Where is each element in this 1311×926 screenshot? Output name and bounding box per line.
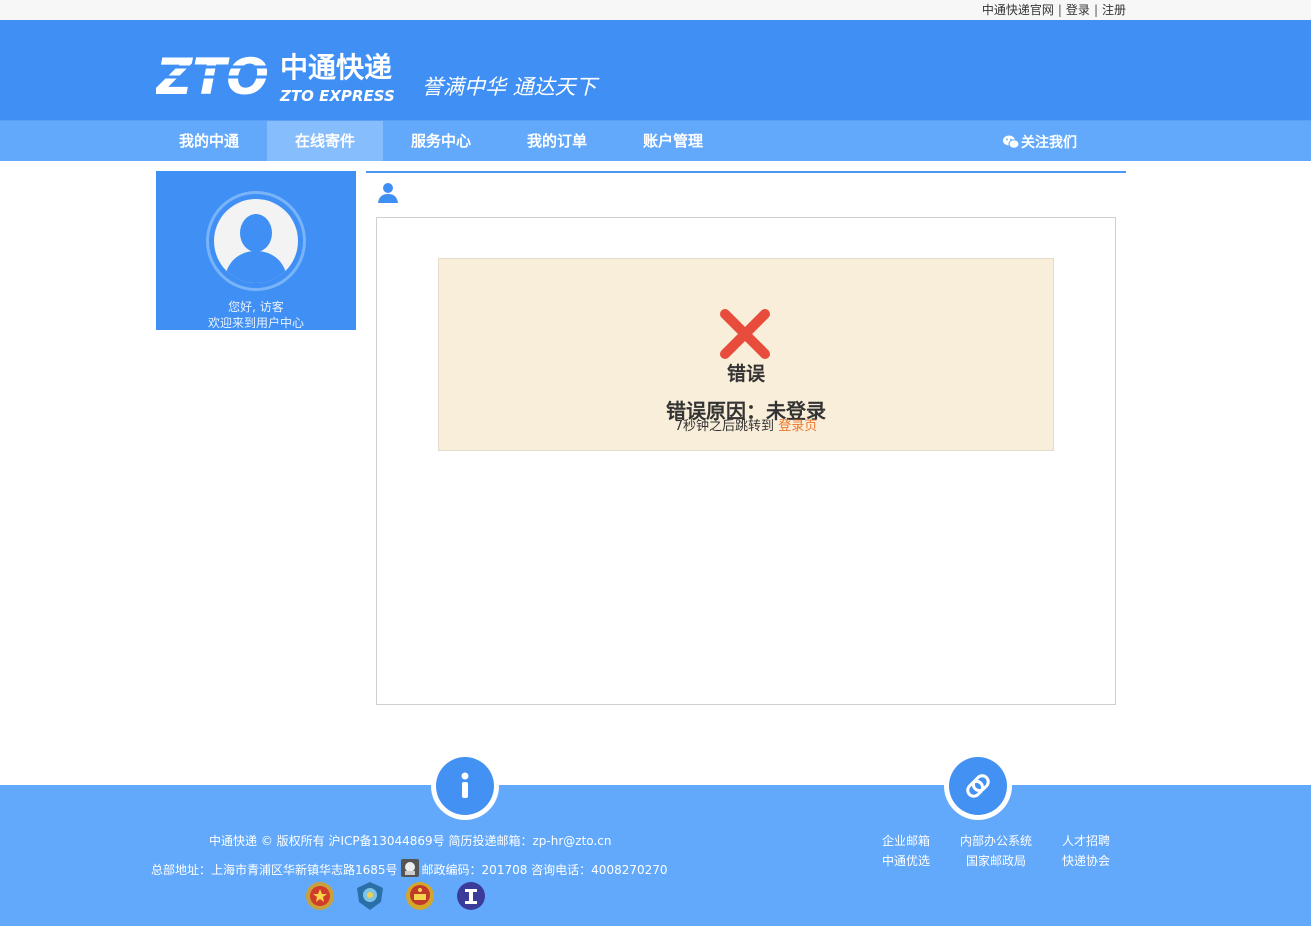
top-bar: 中通快递官网 | 登录 | 注册: [0, 0, 1311, 20]
avatar[interactable]: [206, 191, 306, 291]
postal-text: 邮政编码：201708 咨询电话：4008270270: [421, 863, 668, 877]
beian-icon[interactable]: [400, 858, 420, 878]
nav-item-service-center[interactable]: 服务中心: [383, 121, 499, 161]
footer-link-zto-select[interactable]: 中通优选: [882, 852, 930, 869]
footer-link-enterprise-mail[interactable]: 企业邮箱: [882, 832, 930, 849]
logo-en: ZTO EXPRESS: [279, 87, 395, 105]
error-box: 错误 错误原因：未登录 7秒钟之后跳转到 登录页: [438, 258, 1054, 451]
top-links: 中通快递官网 | 登录 | 注册: [982, 2, 1126, 18]
nav-item-account[interactable]: 账户管理: [615, 121, 731, 161]
link-icon: [966, 774, 990, 798]
info-icon: [461, 772, 469, 798]
footer-link-office-system[interactable]: 内部办公系统: [960, 832, 1032, 849]
login-page-link[interactable]: 登录页: [778, 419, 817, 434]
content-divider: [366, 171, 1126, 173]
error-x-icon: [720, 309, 770, 359]
address-line: 总部地址：上海市青浦区华新镇华志路1685号 邮政编码：201708 咨询电话：4…: [151, 858, 668, 878]
link-badge: [944, 752, 1012, 820]
wechat-icon: [1003, 135, 1020, 149]
slogan: 誉满中华 通达天下: [422, 75, 600, 99]
separator: |: [1057, 3, 1062, 17]
login-link[interactable]: 登录: [1066, 3, 1090, 17]
postal-association-icon[interactable]: [455, 880, 487, 912]
redirect-notice: 7秒钟之后跳转到 登录页: [439, 415, 1053, 434]
nav-item-my-orders[interactable]: 我的订单: [499, 121, 615, 161]
footer-link-careers[interactable]: 人才招聘: [1062, 832, 1110, 849]
footer: [0, 785, 1311, 926]
header: ZTO 中通快递 ZTO EXPRESS 誉满中华 通达天下: [0, 20, 1311, 120]
copyright-text: 中通快递 © 版权所有 沪ICP备13044869号 简历投递邮箱：zp-hr@…: [209, 834, 612, 848]
user-icon: [378, 183, 398, 203]
error-title: 错误: [726, 363, 765, 385]
national-emblem-icon[interactable]: [404, 880, 436, 912]
follow-us-button[interactable]: 关注我们: [1003, 121, 1077, 161]
address-text: 总部地址：上海市青浦区华新镇华志路1685号: [151, 863, 398, 877]
official-site-link[interactable]: 中通快递官网: [982, 3, 1054, 17]
welcome-text: 欢迎来到用户中心: [207, 316, 304, 330]
user-silhouette-icon: [224, 214, 288, 283]
user-sidebar: 您好, 访客 欢迎来到用户中心: [156, 171, 356, 330]
info-badge: [431, 752, 499, 820]
main-nav: 我的中通 在线寄件 服务中心 我的订单 账户管理 关注我们: [0, 120, 1311, 161]
greeting-text: 您好, 访客: [228, 300, 284, 314]
footer-link-express-association[interactable]: 快递协会: [1062, 852, 1110, 869]
logo-cn: 中通快递: [280, 51, 392, 84]
nav-item-my-zto[interactable]: 我的中通: [151, 121, 267, 161]
separator: |: [1093, 3, 1098, 17]
nav-item-online-shipping[interactable]: 在线寄件: [267, 121, 383, 161]
police-emblem-icon[interactable]: [304, 880, 336, 912]
follow-us-label: 关注我们: [1021, 135, 1077, 151]
register-link[interactable]: 注册: [1102, 3, 1126, 17]
redirect-text: 7秒钟之后跳转到: [674, 419, 779, 434]
zto-logo[interactable]: ZTO 中通快递 ZTO EXPRESS 誉满中华 通达天下: [156, 49, 616, 109]
footer-link-state-post-bureau[interactable]: 国家邮政局: [966, 852, 1026, 869]
greeting: 您好, 访客 欢迎来到用户中心: [156, 299, 356, 331]
cyber-police-icon[interactable]: [354, 880, 386, 912]
